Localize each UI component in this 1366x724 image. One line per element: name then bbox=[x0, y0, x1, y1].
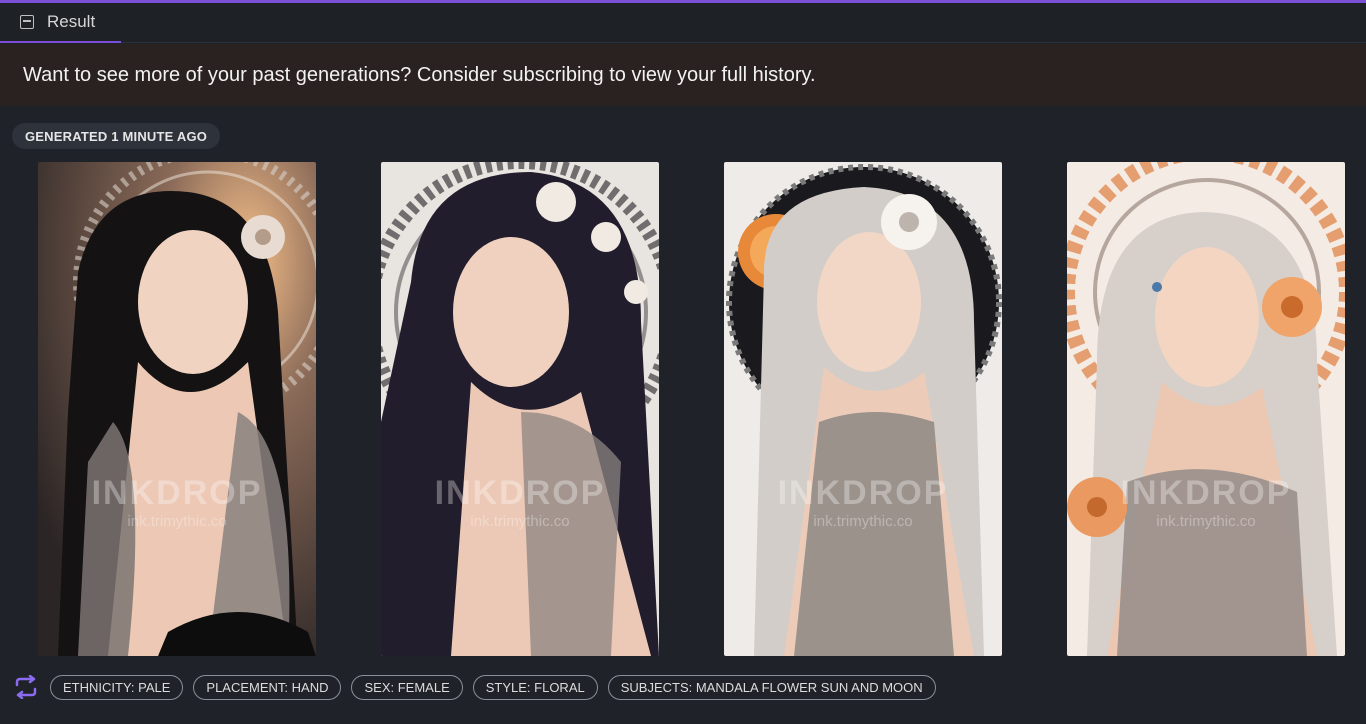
result-image-4-art bbox=[1067, 162, 1345, 656]
result-image-1[interactable]: INKDROP ink.trimythic.co bbox=[38, 162, 316, 656]
result-image-4[interactable]: INKDROP ink.trimythic.co bbox=[1067, 162, 1345, 656]
image-icon bbox=[20, 15, 34, 29]
regenerate-icon[interactable] bbox=[12, 674, 40, 700]
result-image-2-art bbox=[381, 162, 659, 656]
prompt-tags: ETHNICITY: PALE PLACEMENT: HAND SEX: FEM… bbox=[12, 674, 936, 700]
tag-placement[interactable]: PLACEMENT: HAND bbox=[193, 674, 342, 700]
subscribe-banner: Want to see more of your past generation… bbox=[0, 44, 1366, 106]
result-image-3[interactable]: INKDROP ink.trimythic.co bbox=[724, 162, 1002, 656]
result-image-2[interactable]: INKDROP ink.trimythic.co bbox=[381, 162, 659, 656]
tag-sex[interactable]: SEX: FEMALE bbox=[351, 674, 463, 700]
result-image-3-art bbox=[724, 162, 1002, 656]
tag-ethnicity[interactable]: ETHNICITY: PALE bbox=[50, 674, 184, 700]
generated-time-badge: GENERATED 1 MINUTE AGO bbox=[12, 123, 221, 149]
tab-result-label: Result bbox=[47, 12, 96, 31]
subscribe-banner-text: Want to see more of your past generation… bbox=[23, 63, 816, 86]
tab-bar: Result bbox=[0, 3, 1366, 43]
tab-result[interactable]: Result bbox=[0, 3, 121, 43]
tag-subjects[interactable]: SUBJECTS: MANDALA FLOWER SUN AND MOON bbox=[607, 674, 936, 700]
generated-time-label: GENERATED 1 MINUTE AGO bbox=[25, 128, 208, 144]
tag-style[interactable]: STYLE: FLORAL bbox=[472, 674, 598, 700]
result-image-1-art bbox=[38, 162, 316, 656]
